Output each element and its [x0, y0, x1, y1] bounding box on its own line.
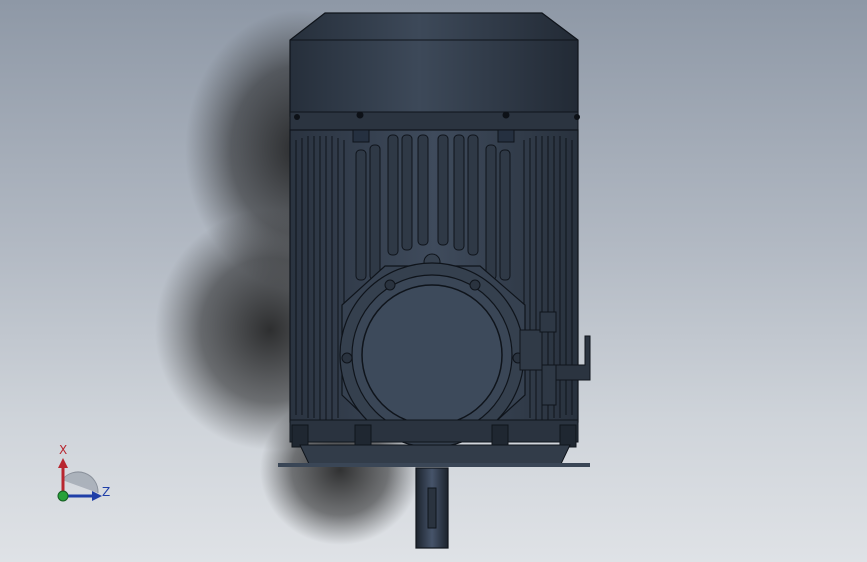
orientation-triad[interactable]: X Z — [40, 438, 130, 518]
graphics-viewport[interactable]: X Z — [0, 0, 867, 562]
x-axis-label: X — [59, 443, 68, 457]
triad-axes — [57, 458, 102, 502]
fan-hood[interactable] — [289, 12, 580, 133]
output-shaft[interactable] — [415, 467, 449, 549]
z-axis-label: Z — [102, 485, 111, 499]
motor-model[interactable] — [0, 0, 867, 562]
end-shield[interactable] — [339, 262, 526, 448]
